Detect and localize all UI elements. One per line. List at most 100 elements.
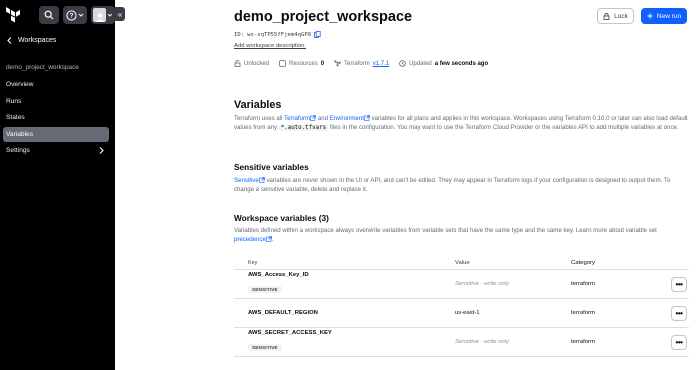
collapse-sidebar-button[interactable]: « [115, 7, 125, 21]
sidebar-item-states[interactable]: States [3, 110, 109, 125]
svg-text:?: ? [70, 12, 74, 19]
help-icon: ? [66, 9, 77, 21]
variable-category: terraform [571, 310, 595, 316]
terraform-docs-link[interactable]: Terraform [284, 115, 316, 122]
sensitive-link-label: Sensitive [234, 177, 259, 184]
sensitive-description: Sensitive variables are never shown in t… [234, 176, 689, 194]
chevron-left-icon [7, 37, 12, 44]
history-icon [399, 60, 406, 67]
column-header-category: Category [571, 259, 595, 266]
resources-count: Resources 0 [279, 60, 324, 67]
environment-docs-link[interactable]: Environment [330, 115, 370, 122]
variable-key: AWS_Access_Key_ID [248, 272, 309, 278]
avatar [93, 8, 107, 22]
sensitive-variables-heading: Sensitive variables [234, 162, 309, 172]
variables-desc-text: and [317, 115, 328, 122]
table-row: AWS_DEFAULT_REGION us-east-1 terraform •… [234, 299, 689, 328]
variables-desc-text: files in the configuration. You may want… [329, 124, 679, 132]
sidebar-item-label: Overview [6, 81, 34, 88]
sensitive-badge: SENSITIVE [248, 286, 282, 293]
row-actions-cell: ••• [641, 276, 689, 292]
sidebar-item-runs[interactable]: Runs [3, 94, 109, 109]
plus-icon [647, 13, 653, 19]
unlock-icon [234, 60, 241, 67]
resources-label: Resources [289, 60, 318, 67]
back-to-workspaces-link[interactable]: Workspaces [7, 37, 56, 44]
workspace-id-value: ws-sqTP55fFjem4qGP8 [247, 31, 312, 38]
workspace-id: ID: ws-sqTP55fFjem4qGP8 [234, 31, 321, 38]
variables-description: Terraform uses all Terraform and Environ… [234, 114, 689, 133]
resources-value: 0 [320, 60, 325, 67]
sidebar-topbar: ? [0, 0, 115, 30]
terraform-label: Terraform [344, 60, 370, 67]
variable-value: Sensitive - write only [455, 281, 510, 287]
variable-key-cell: AWS_DEFAULT_REGION [234, 310, 455, 316]
chevron-down-icon [107, 13, 113, 17]
variables-heading: Variables [234, 99, 282, 111]
precedence-docs-link[interactable]: precedence [234, 236, 272, 243]
sidebar-nav: Overview Runs States Variables Settings [3, 77, 109, 160]
precedence-link-label: precedence [234, 236, 266, 244]
external-link-icon [258, 177, 265, 183]
workspace-variables-description: Variables defined within a workspace alw… [234, 226, 689, 244]
variable-value: us-east-1 [455, 310, 480, 316]
app-root: ? Workspaces demo_project_workspace Over… [0, 0, 700, 370]
terraform-version: Terraform v1.7.1 [334, 60, 389, 67]
workspace-variables-heading: Workspace variables (3) [234, 213, 329, 223]
sidebar-item-overview[interactable]: Overview [3, 77, 109, 92]
search-button[interactable] [39, 6, 59, 24]
sidebar-item-label: States [6, 114, 25, 121]
sidebar-workspace-heading: demo_project_workspace [6, 64, 79, 71]
workspace-vars-desc-text: Variables defined within a workspace alw… [234, 227, 657, 234]
chevron-right-icon [99, 147, 104, 154]
row-actions-cell: ••• [641, 305, 689, 321]
table-row: AWS_SECRET_ACCESS_KEY SENSITIVE Sensitiv… [234, 328, 689, 357]
search-icon [44, 10, 54, 20]
terraform-icon [334, 60, 341, 67]
sidebar-item-variables[interactable]: Variables [3, 126, 109, 142]
terraform-version-link[interactable]: v1.7.1 [373, 61, 389, 67]
help-menu-button[interactable]: ? [63, 6, 87, 24]
variable-category: terraform [571, 281, 595, 287]
variable-value: Sensitive - write only [455, 339, 510, 345]
lock-button-label: Lock [614, 12, 628, 20]
variable-key: AWS_SECRET_ACCESS_KEY [248, 330, 332, 336]
sidebar-item-label: Runs [6, 97, 22, 105]
add-description-link[interactable]: Add workspace description. [234, 43, 306, 49]
column-header-value: Value [455, 259, 470, 266]
lock-icon [603, 12, 610, 20]
sensitive-badge: SENSITIVE [248, 344, 282, 351]
external-link-icon [310, 115, 316, 121]
sidebar-item-label: Variables [6, 130, 33, 138]
sensitive-docs-link[interactable]: Sensitive [234, 177, 265, 184]
row-actions-cell: ••• [641, 334, 689, 350]
terraform-logo-icon[interactable] [3, 5, 23, 25]
sidebar-item-label: Settings [6, 147, 30, 154]
column-header-key: Key [248, 259, 258, 266]
sidebar-item-settings[interactable]: Settings [3, 143, 109, 158]
resources-icon [279, 60, 286, 67]
user-menu-button[interactable] [91, 6, 115, 24]
external-link-icon [364, 115, 370, 121]
variable-key: AWS_DEFAULT_REGION [248, 310, 318, 316]
row-actions-button[interactable]: ••• [671, 276, 687, 292]
table-row: AWS_Access_Key_ID SENSITIVE Sensitive - … [234, 270, 689, 299]
row-actions-button[interactable]: ••• [671, 305, 687, 321]
updated-value: a few seconds ago [434, 60, 489, 67]
lock-status: Unlocked [234, 60, 269, 67]
updated-time: Updated a few seconds ago [399, 60, 488, 67]
row-actions-button[interactable]: ••• [671, 334, 687, 350]
variables-desc-text: Terraform uses all [234, 115, 283, 122]
auto-tfvars-code: *.auto.tfvars [278, 125, 329, 132]
variable-category: terraform [571, 339, 595, 345]
chevron-down-icon [78, 13, 84, 17]
lock-button[interactable]: Lock [597, 8, 634, 24]
copy-icon[interactable] [314, 31, 321, 38]
variable-key-cell: AWS_Access_Key_ID SENSITIVE [234, 272, 455, 296]
workspace-id-label: ID: [234, 31, 245, 38]
page-title: demo_project_workspace [234, 9, 413, 25]
variable-key-cell: AWS_SECRET_ACCESS_KEY SENSITIVE [234, 330, 455, 354]
new-run-button[interactable]: New run [641, 8, 687, 24]
sidebar: ? Workspaces demo_project_workspace Over… [0, 0, 115, 370]
back-link-label: Workspaces [18, 37, 57, 44]
